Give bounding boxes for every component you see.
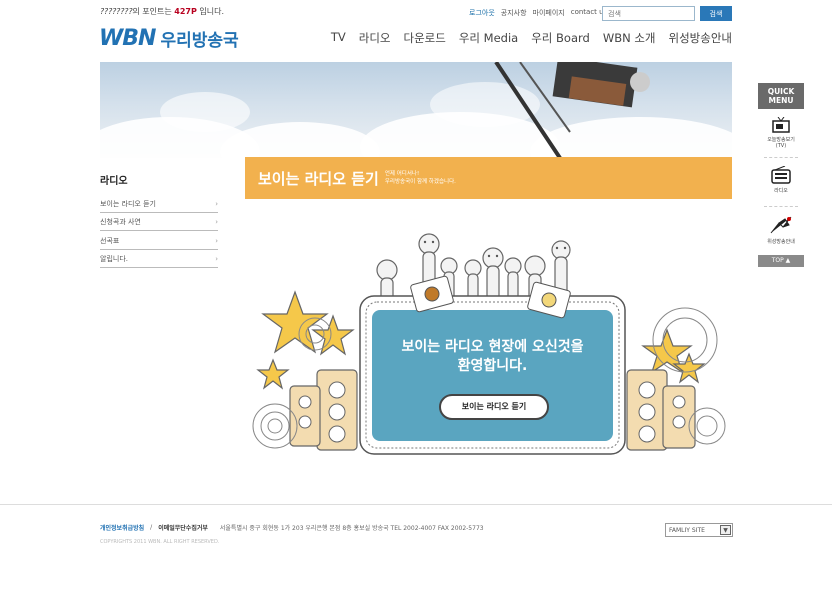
banner-sub2: 우리방송국이 함께 하겠습니다. bbox=[384, 179, 456, 185]
points-prefix: 의 포인트는 bbox=[132, 7, 175, 16]
listen-radio-button[interactable]: 보이는 라디오 듣기 bbox=[439, 394, 549, 420]
quick-header-1: QUICK bbox=[767, 87, 795, 96]
footer-divider bbox=[0, 504, 832, 505]
quick-item-label: 라디오 bbox=[774, 188, 788, 194]
nav-media[interactable]: 우리 Media bbox=[459, 30, 518, 46]
welcome-line2: 환영합니다. bbox=[457, 358, 528, 374]
sidebar-item-label: 알립니다. bbox=[100, 255, 128, 264]
main-nav: TV 라디오 다운로드 우리 Media 우리 Board WBN 소개 위성방… bbox=[331, 30, 732, 46]
copyright: COPYRIGHTS 2011 WBN. ALL RIGHT RESERVED. bbox=[100, 539, 220, 545]
microphone-graphic bbox=[494, 62, 650, 158]
family-site-label: FAMLIY SITE bbox=[669, 526, 705, 534]
privacy-policy-link[interactable]: 개인정보취급방침 bbox=[100, 523, 144, 532]
welcome-line1: 보이는 라디오 현장에 오신것을 bbox=[401, 339, 584, 355]
radio-icon bbox=[771, 166, 791, 184]
quick-item-label: 위성방송안내 bbox=[767, 239, 795, 245]
sidebar-item-label: 신청곡과 사연 bbox=[100, 218, 141, 227]
username: ???????? bbox=[100, 7, 133, 16]
footer-separator: / bbox=[150, 524, 153, 531]
chevron-right-icon: › bbox=[215, 199, 218, 208]
footer-info: 개인정보취급방침 / 이메일무단수집거부 서울특별시 중구 회현동 1가 203… bbox=[100, 523, 484, 532]
sidebar-item-label: 선곡표 bbox=[100, 236, 120, 245]
quick-item-satellite[interactable]: 위성방송안내 bbox=[758, 215, 804, 255]
nav-tv[interactable]: TV bbox=[331, 30, 346, 46]
sidebar-item-notice[interactable]: 알립니다. › bbox=[100, 250, 218, 268]
utility-links: 로그아웃 공지사항 마이페이지 contact us bbox=[469, 8, 607, 18]
banner-subtitle: 언제 어디서나! 우리방송국이 함께 하겠습니다. bbox=[385, 170, 456, 186]
welcome-text: 보이는 라디오 현장에 오신것을 환영합니다. bbox=[372, 338, 613, 376]
quick-menu-header: QUICK MENU bbox=[758, 83, 804, 109]
quick-header-2: MENU bbox=[768, 96, 794, 105]
nav-satellite[interactable]: 위성방송안내 bbox=[669, 30, 732, 46]
logout-link[interactable]: 로그아웃 bbox=[469, 8, 495, 18]
notice-link[interactable]: 공지사항 bbox=[501, 8, 527, 18]
sidebar-item-visible-radio[interactable]: 보이는 라디오 듣기 › bbox=[100, 194, 218, 213]
nav-about[interactable]: WBN 소개 bbox=[603, 30, 656, 46]
logo-wbn: WBN bbox=[99, 25, 156, 51]
page-banner: 보이는 라디오 듣기 언제 어디서나! 우리방송국이 함께 하겠습니다. bbox=[245, 157, 732, 199]
logo[interactable]: WBN 우리방송국 bbox=[99, 25, 239, 51]
tv-icon bbox=[772, 117, 790, 133]
quick-item-sublabel: (TV) bbox=[775, 143, 787, 149]
banner-sub1: 언제 어디서나! bbox=[384, 171, 420, 177]
footer-address: 서울특별시 중구 회현동 1가 203 우리은행 본점 8층 홍보실 방송국 T… bbox=[219, 525, 484, 532]
satellite-icon bbox=[770, 216, 792, 234]
quick-item-radio[interactable]: 라디오 bbox=[758, 166, 804, 206]
sidebar-title: 라디오 bbox=[100, 176, 128, 187]
nav-download[interactable]: 다운로드 bbox=[404, 30, 446, 46]
hero-image bbox=[100, 62, 732, 158]
family-site-select[interactable]: FAMLIY SITE ▼ bbox=[665, 523, 733, 537]
chevron-right-icon: › bbox=[215, 218, 218, 227]
sidebar-item-playlist[interactable]: 선곡표 › bbox=[100, 231, 218, 250]
chevron-right-icon: › bbox=[215, 255, 218, 264]
search-input[interactable] bbox=[602, 6, 695, 21]
chevron-down-icon: ▼ bbox=[720, 525, 731, 535]
top-button[interactable]: TOP ▲ bbox=[758, 255, 804, 267]
nav-board[interactable]: 우리 Board bbox=[531, 30, 590, 46]
user-points-text: ????????의 포인트는 427P 입니다. bbox=[100, 6, 224, 17]
points-suffix: 입니다. bbox=[196, 7, 224, 16]
points-value: 427P bbox=[174, 7, 197, 16]
search-button[interactable]: 검색 bbox=[700, 6, 732, 21]
nav-radio[interactable]: 라디오 bbox=[359, 30, 391, 46]
page-title: 보이는 라디오 듣기 bbox=[258, 169, 379, 188]
chevron-right-icon: › bbox=[215, 236, 218, 245]
sidebar-item-requests[interactable]: 신청곡과 사연 › bbox=[100, 213, 218, 231]
sidebar-item-label: 보이는 라디오 듣기 bbox=[100, 199, 156, 208]
quick-item-tv[interactable]: 오늘방송보기 (TV) bbox=[758, 117, 804, 157]
email-refusal-link[interactable]: 이메일무단수집거부 bbox=[158, 523, 208, 532]
logo-korean: 우리방송국 bbox=[160, 30, 239, 51]
sidebar-menu: 보이는 라디오 듣기 › 신청곡과 사연 › 선곡표 › 알립니다. › bbox=[100, 194, 218, 268]
mypage-link[interactable]: 마이페이지 bbox=[533, 8, 565, 18]
quick-menu: QUICK MENU 오늘방송보기 (TV) 라디오 위성방송안내 bbox=[758, 83, 804, 255]
radio-stage-illustration: 보이는 라디오 현장에 오신것을 환영합니다. 보이는 라디오 듣기 bbox=[245, 230, 732, 460]
